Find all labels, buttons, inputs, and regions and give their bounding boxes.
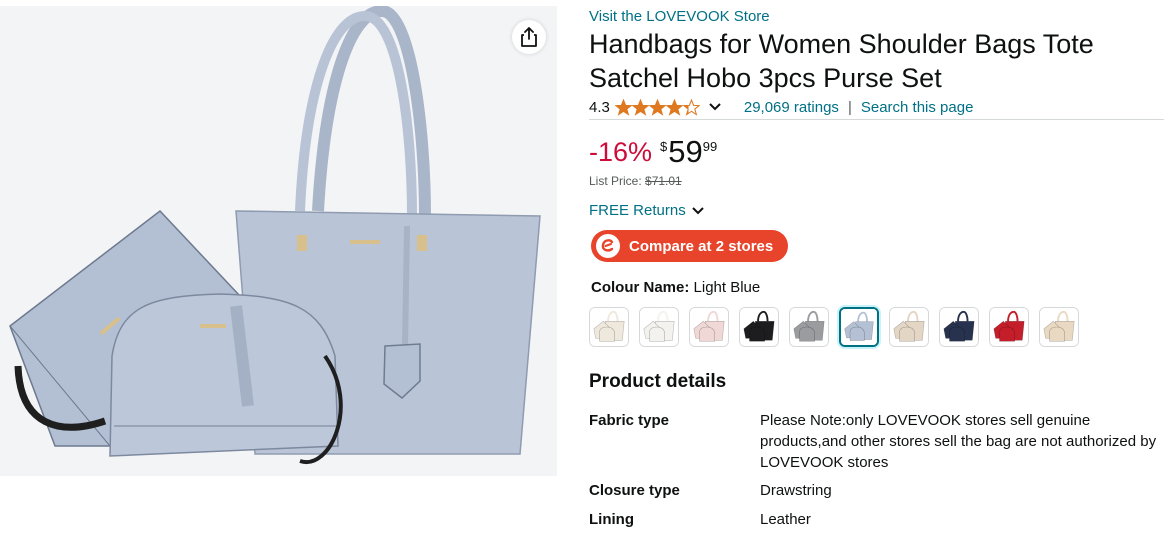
divider bbox=[589, 119, 1164, 120]
discount-percent: -16% bbox=[589, 137, 653, 167]
colour-name-row: Colour Name: Light Blue bbox=[591, 279, 760, 296]
price-row: -16% $ 59 99 bbox=[589, 133, 717, 171]
colour-swatch-navy[interactable] bbox=[939, 307, 979, 347]
swatch-bag-image bbox=[740, 308, 778, 346]
share-icon bbox=[521, 27, 537, 47]
star-icon bbox=[631, 98, 649, 116]
share-button[interactable] bbox=[512, 20, 546, 54]
free-returns[interactable]: FREE Returns bbox=[589, 202, 705, 219]
colour-swatch-beige[interactable] bbox=[589, 307, 629, 347]
details-key: Closure type bbox=[589, 482, 680, 499]
details-value: Leather bbox=[760, 511, 811, 528]
swatch-bag-image bbox=[790, 308, 828, 346]
colour-swatch-light-blue[interactable] bbox=[839, 307, 879, 347]
rating-value: 4.3 bbox=[589, 98, 610, 116]
price-fraction: 99 bbox=[702, 139, 718, 154]
free-returns-label: FREE Returns bbox=[589, 202, 686, 219]
colour-swatch-cream-brown[interactable] bbox=[1039, 307, 1079, 347]
product-photo-handbags bbox=[9, 6, 541, 464]
separator: | bbox=[847, 98, 852, 116]
colour-swatch-pink[interactable] bbox=[689, 307, 729, 347]
chevron-down-icon bbox=[709, 103, 721, 111]
colour-swatches bbox=[589, 307, 1089, 347]
details-value: Please Note:only LOVEVOOK stores sell ge… bbox=[760, 412, 1157, 471]
swatch-bag-image bbox=[640, 308, 678, 346]
compare-logo-icon bbox=[596, 234, 620, 258]
details-value: Drawstring bbox=[760, 482, 832, 499]
star-rating[interactable] bbox=[614, 98, 700, 116]
details-key: Lining bbox=[589, 511, 634, 528]
compare-stores-button[interactable]: Compare at 2 stores bbox=[591, 230, 788, 262]
list-price-label: List Price: bbox=[589, 174, 642, 188]
swatch-bag-image bbox=[690, 308, 728, 346]
colour-swatch-red[interactable] bbox=[989, 307, 1029, 347]
colour-swatch-beige-brown[interactable] bbox=[889, 307, 929, 347]
star-icon bbox=[665, 98, 683, 116]
star-icon bbox=[648, 98, 666, 116]
compare-label: Compare at 2 stores bbox=[629, 237, 774, 255]
search-this-page-link[interactable]: Search this page bbox=[861, 99, 974, 116]
rating-dropdown[interactable] bbox=[708, 102, 722, 112]
star-icon bbox=[682, 98, 700, 116]
product-image[interactable] bbox=[0, 6, 557, 476]
swatch-bag-image bbox=[841, 309, 877, 345]
store-link[interactable]: Visit the LOVEVOOK Store bbox=[589, 8, 770, 25]
product-details-heading: Product details bbox=[589, 371, 727, 392]
swatch-bag-image bbox=[890, 308, 928, 346]
colour-name-value: Light Blue bbox=[693, 279, 761, 296]
swatch-bag-image bbox=[590, 308, 628, 346]
colour-swatch-black[interactable] bbox=[739, 307, 779, 347]
price-currency: $ bbox=[660, 139, 668, 154]
ratings-count-link[interactable]: 29,069 ratings bbox=[744, 99, 839, 116]
rating-row: 4.3 29,069 ratings | Search this page bbox=[589, 96, 973, 118]
product-title: Handbags for Women Shoulder Bags Tote Sa… bbox=[589, 29, 1094, 93]
details-key: Fabric type bbox=[589, 412, 670, 429]
star-icon bbox=[614, 98, 632, 116]
list-price: List Price: $71.01 bbox=[589, 174, 682, 188]
swatch-bag-image bbox=[1040, 308, 1078, 346]
colour-swatch-white-black[interactable] bbox=[639, 307, 679, 347]
colour-name-key: Colour Name: bbox=[591, 279, 690, 296]
price-whole: 59 bbox=[668, 134, 703, 169]
list-price-value: $71.01 bbox=[645, 174, 682, 188]
colour-swatch-grey[interactable] bbox=[789, 307, 829, 347]
swatch-bag-image bbox=[990, 308, 1028, 346]
swatch-bag-image bbox=[940, 308, 978, 346]
chevron-down-icon bbox=[691, 206, 704, 214]
